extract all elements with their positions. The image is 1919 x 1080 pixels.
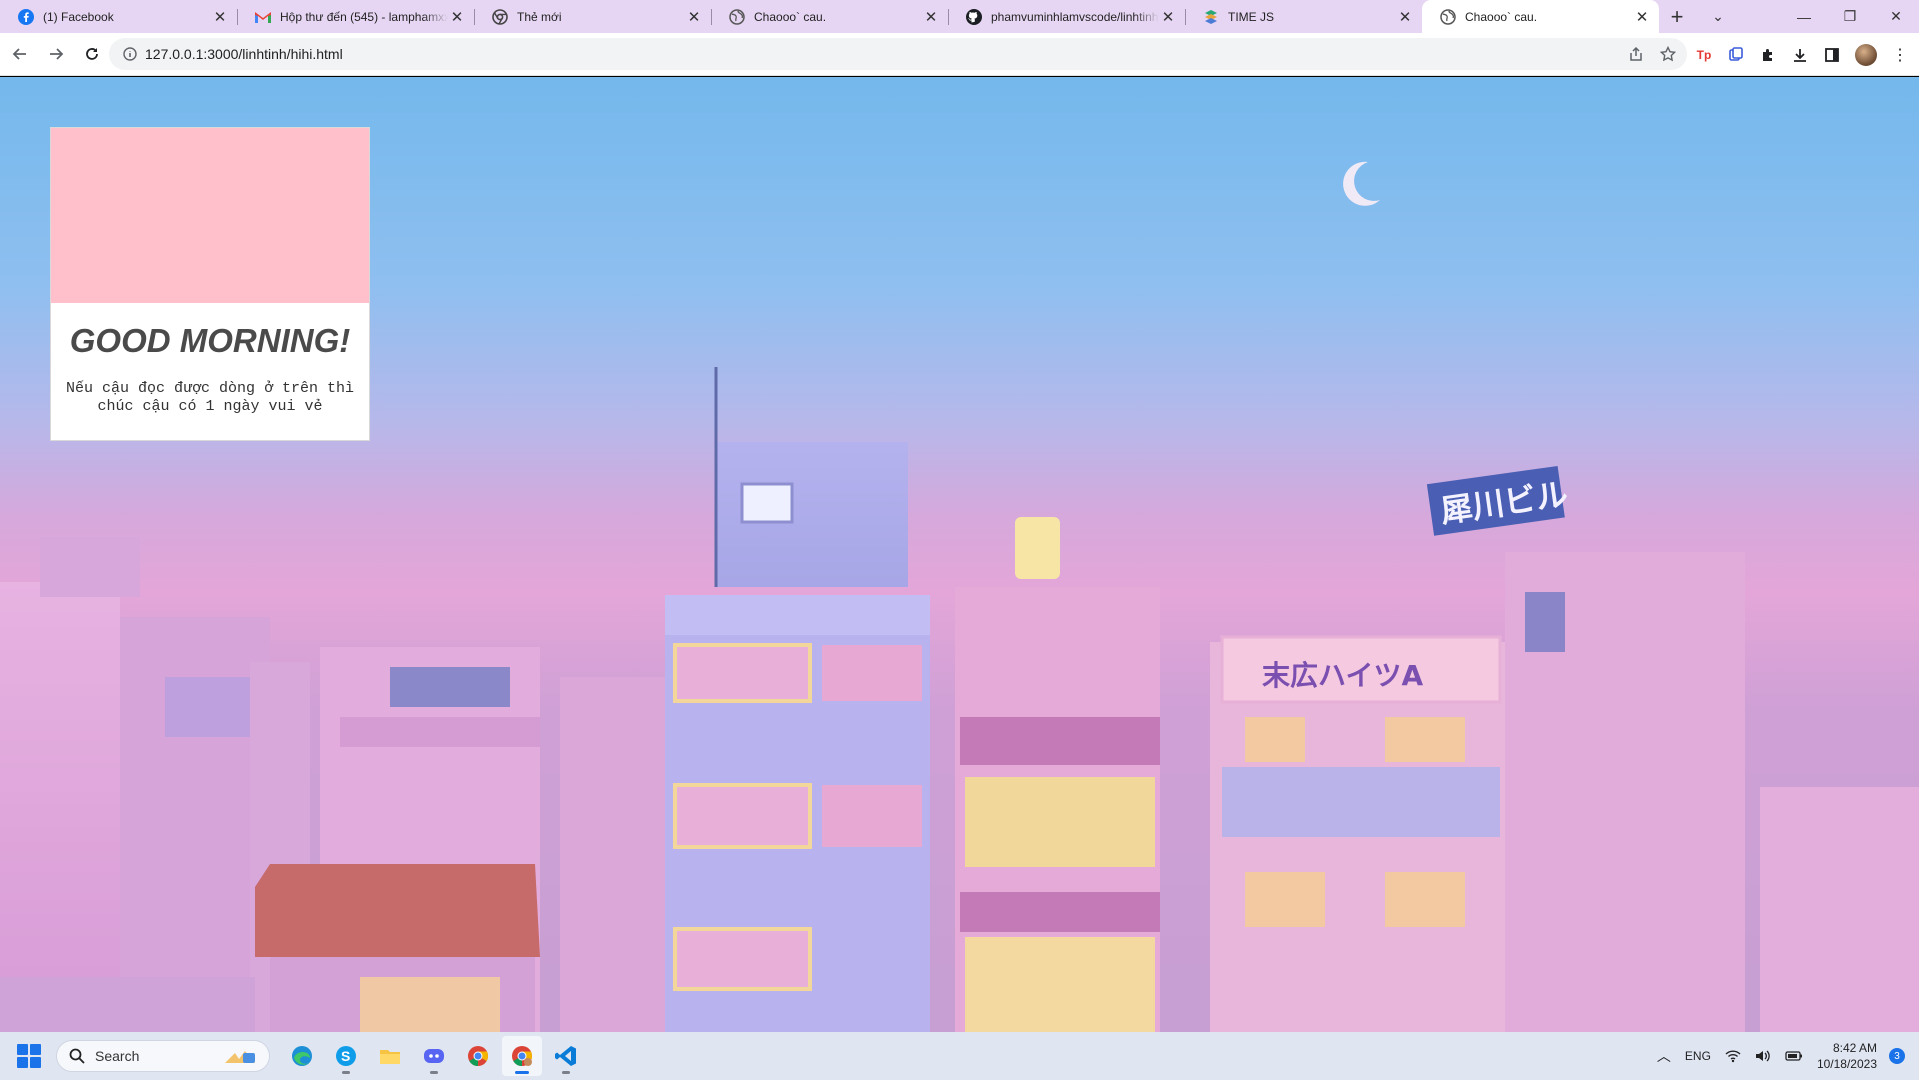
translate-extension-icon[interactable] (1727, 46, 1745, 64)
close-icon[interactable]: ✕ (685, 8, 703, 26)
card-message: Nếu cậu đọc được dòng ở trên thì chúc cậ… (65, 380, 355, 415)
tab-title: Hộp thư đến (545) - lamphamxxx (280, 9, 448, 24)
window-controls: ⌄ — ❐ ✕ (1695, 0, 1919, 33)
reload-icon (86, 48, 98, 60)
github-icon (966, 8, 982, 25)
gmail-icon (255, 9, 271, 25)
tab-title: Chaooo` cau. (754, 9, 827, 24)
tab-search-icon[interactable]: ⌄ (1695, 0, 1741, 33)
tab-chaooo-cau[interactable]: Chaooo` cau. ✕ (711, 0, 948, 33)
tab-title: TIME JS (1228, 9, 1275, 24)
back-arrow-icon (12, 48, 26, 60)
greeting-card: GOOD MORNING! Nếu cậu đọc được dòng ở tr… (50, 127, 370, 441)
extensions-area: Tp ⋮ (1695, 33, 1909, 76)
address-url[interactable]: 127.0.0.1:3000/linhtinh/hihi.html (145, 46, 343, 62)
globe-icon (729, 8, 745, 25)
vscode-icon[interactable] (546, 1036, 586, 1076)
card-heading: GOOD MORNING! (69, 322, 351, 359)
taskbar-search[interactable]: Search (56, 1040, 270, 1072)
bookmark-star-icon[interactable] (1659, 45, 1677, 63)
tab-title: phamvuminhlamvscode/linhtinh (991, 9, 1159, 24)
chrome-active-icon[interactable] (502, 1036, 542, 1076)
forward-arrow-icon (50, 48, 64, 60)
system-clock[interactable]: 8:42 AM 10/18/2023 (1817, 1040, 1877, 1072)
page-viewport: 末広ハイツA 犀川ビル GOOD MORNING! Nếu cậu đọc đư… (0, 77, 1919, 1032)
more-menu-icon[interactable]: ⋮ (1891, 46, 1909, 64)
tab-new-tab[interactable]: Thẻ mới ✕ (474, 0, 711, 33)
tab-title: Chaooo` cau. (1465, 9, 1538, 24)
clock-time: 8:42 AM (1832, 1041, 1877, 1055)
chrome-icon[interactable] (458, 1036, 498, 1076)
battery-icon[interactable] (1785, 1050, 1803, 1062)
globe-icon (1440, 8, 1456, 25)
wifi-icon[interactable] (1725, 1049, 1741, 1063)
search-placeholder: Search (95, 1048, 140, 1064)
volume-icon[interactable] (1755, 1049, 1771, 1063)
side-panel-icon[interactable] (1823, 46, 1841, 64)
close-icon[interactable]: ✕ (448, 8, 466, 26)
close-window-button[interactable]: ✕ (1873, 0, 1919, 33)
puzzle-extensions-icon[interactable] (1759, 46, 1777, 64)
card-banner (51, 128, 369, 303)
windows-taskbar: Search S ︿ ENG 8:42 AM 10/18/2023 3 (0, 1032, 1919, 1080)
close-icon[interactable]: ✕ (1633, 8, 1651, 26)
tab-title: (1) Facebook (43, 9, 114, 24)
tab-gmail[interactable]: Hộp thư đến (545) - lamphamxxx ✕ (237, 0, 474, 33)
building-sign-right: 末広ハイツA (1262, 659, 1423, 692)
tab-title: Thẻ mới (517, 9, 562, 24)
facebook-icon (18, 8, 34, 25)
browser-toolbar: 127.0.0.1:3000/linhtinh/hihi.html Tp ⋮ (0, 33, 1919, 76)
start-button[interactable] (17, 1044, 41, 1068)
close-icon[interactable]: ✕ (1396, 8, 1414, 26)
new-tab-button[interactable]: + (1659, 0, 1695, 33)
search-icon (69, 1048, 85, 1064)
tab-chaooo-cau-active[interactable]: Chaooo` cau. ✕ (1422, 0, 1659, 33)
tab-strip: (1) Facebook ✕ Hộp thư đến (545) - lamph… (0, 0, 1919, 33)
chrome-icon (492, 8, 508, 25)
time-js-icon (1203, 9, 1219, 25)
svg-text:S: S (341, 1048, 350, 1064)
search-highlight-icon (225, 1051, 255, 1063)
tp-extension-icon[interactable]: Tp (1695, 46, 1713, 64)
windows-logo-icon (17, 1044, 28, 1055)
restore-button[interactable]: ❐ (1827, 0, 1873, 33)
reload-button[interactable] (76, 38, 108, 70)
close-icon[interactable]: ✕ (211, 8, 229, 26)
edge-icon[interactable] (282, 1036, 322, 1076)
skype-icon[interactable]: S (326, 1036, 366, 1076)
clock-date: 10/18/2023 (1816, 1057, 1877, 1071)
site-info-icon[interactable] (115, 47, 145, 61)
system-tray: ︿ ENG 8:42 AM 10/18/2023 3 (1657, 1032, 1919, 1080)
notification-badge[interactable]: 3 (1889, 1048, 1905, 1064)
tab-facebook[interactable]: (1) Facebook ✕ (0, 0, 237, 33)
close-icon[interactable]: ✕ (922, 8, 940, 26)
close-icon[interactable]: ✕ (1159, 8, 1177, 26)
minimize-button[interactable]: — (1781, 0, 1827, 33)
discord-icon[interactable] (414, 1036, 454, 1076)
forward-button[interactable] (40, 38, 72, 70)
share-icon[interactable] (1627, 45, 1645, 63)
back-button[interactable] (4, 38, 36, 70)
address-bar[interactable]: 127.0.0.1:3000/linhtinh/hihi.html (109, 38, 1687, 70)
language-indicator[interactable]: ENG (1685, 1049, 1711, 1063)
file-explorer-icon[interactable] (370, 1036, 410, 1076)
chevron-up-icon[interactable]: ︿ (1657, 1046, 1671, 1066)
tab-time-js[interactable]: TIME JS ✕ (1185, 0, 1422, 33)
download-icon[interactable] (1791, 46, 1809, 64)
profile-avatar[interactable] (1855, 43, 1877, 66)
taskbar-apps: S (282, 1036, 586, 1076)
tab-github[interactable]: phamvuminhlamvscode/linhtinh ✕ (948, 0, 1185, 33)
